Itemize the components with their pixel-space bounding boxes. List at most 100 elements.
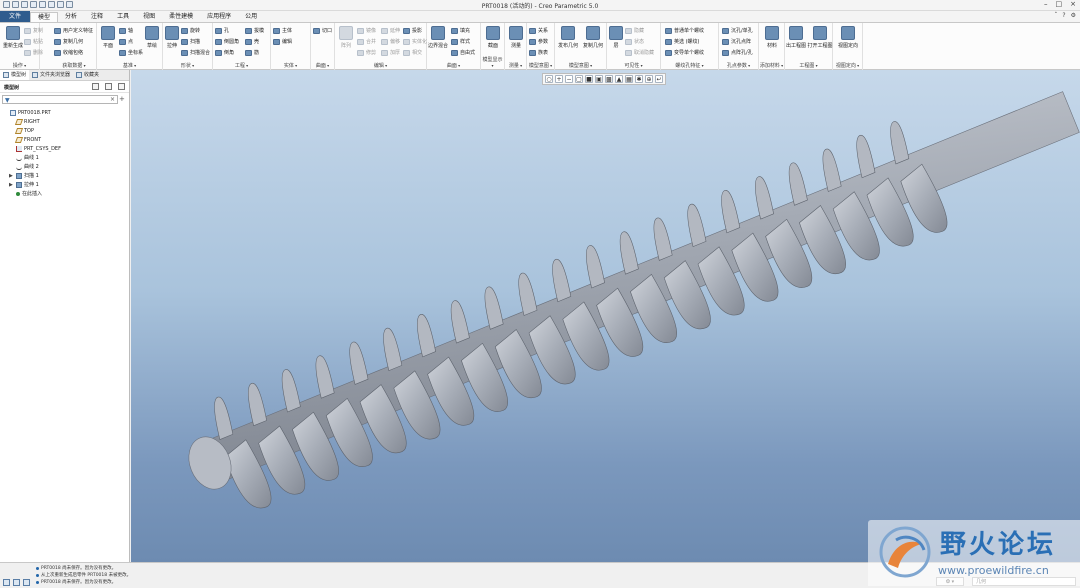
swept-blend-button[interactable]: 扫描混合 (181, 49, 210, 56)
sweep-button[interactable]: 扫描 (181, 38, 200, 45)
merge-button[interactable]: 合并 (357, 38, 376, 45)
normal-thread-button[interactable]: 普通单个螺纹 (665, 27, 704, 34)
saved-views-icon[interactable]: ▣ (595, 75, 603, 83)
trim-button[interactable]: 修剪 (357, 49, 376, 56)
group-label-holes[interactable]: 孔点参数 (719, 62, 758, 69)
freestyle-button[interactable]: 自由式 (451, 49, 475, 56)
graphics-viewport[interactable] (131, 70, 1080, 562)
tree-filter-input[interactable]: ▼ × (2, 95, 118, 104)
hole-single-button[interactable]: 沉孔/单孔 (722, 27, 753, 34)
shrinkwrap-button[interactable]: 收缩包络 (54, 49, 83, 56)
group-label-thread[interactable]: 螺纹孔特征 (661, 62, 718, 69)
expand-icon[interactable]: ▶ (9, 182, 14, 188)
boundary-blend-button[interactable]: 边界混合 (425, 26, 451, 49)
copy-geometry-button[interactable]: 复制几何 (54, 38, 83, 45)
group-label-surface[interactable]: 曲面 (427, 62, 480, 69)
offset-button[interactable]: 偏移 (381, 38, 400, 45)
group-label-measure[interactable]: 测量 (505, 62, 526, 69)
help-icon[interactable]: ? (1062, 12, 1065, 19)
paste-button[interactable]: 粘贴 (24, 38, 43, 45)
tree-item[interactable]: TOP (9, 126, 34, 135)
tab-7[interactable]: 应用程序 (200, 12, 238, 22)
parameters-button[interactable]: 参数 (529, 38, 548, 45)
status-button[interactable]: 状态 (625, 38, 644, 45)
hole-button[interactable]: 孔 (215, 27, 229, 34)
mirror-button[interactable]: 镜像 (357, 27, 376, 34)
tab-0[interactable]: 文件 (0, 11, 31, 22)
group-label-solid[interactable]: 实体 (271, 62, 310, 69)
zoom-out-icon[interactable]: − (565, 75, 573, 83)
maximize-icon[interactable]: □ (1056, 0, 1063, 8)
tree-columns-icon[interactable] (105, 83, 112, 90)
tab-2[interactable]: 分析 (58, 12, 84, 22)
group-label-shapes[interactable]: 形状 (163, 62, 212, 69)
browser-toggle-icon[interactable] (13, 579, 20, 586)
tree-item[interactable]: FRONT (9, 135, 41, 144)
csys-button[interactable]: 坐标系 (119, 49, 143, 56)
group-label-get-data[interactable]: 获取数据 (52, 62, 96, 69)
tab-5[interactable]: 视图 (136, 12, 162, 22)
spin-center-icon[interactable]: ⊕ (645, 75, 653, 83)
material-button[interactable]: 材料 (759, 26, 785, 49)
tree-item[interactable]: PRT_CSYS_DEF (9, 144, 61, 153)
relations-button[interactable]: 关系 (529, 27, 548, 34)
repaint-icon[interactable]: ▢ (575, 75, 583, 83)
measure-button[interactable]: 测量 (503, 26, 529, 49)
fullscreen-icon[interactable] (23, 579, 30, 586)
close-icon[interactable]: × (1070, 0, 1076, 8)
hole-array-button[interactable]: 沉孔点阵 (722, 38, 751, 45)
tree-item[interactable]: 曲线 2 (9, 162, 39, 171)
tab-8[interactable]: 公用 (238, 12, 264, 22)
tab-3[interactable]: 注释 (84, 12, 110, 22)
navigator-tab-2[interactable]: 收藏夹 (73, 70, 102, 80)
navigator-toggle-icon[interactable] (3, 579, 10, 586)
group-label-model-display[interactable]: 模型显示 (481, 56, 504, 69)
group-label-surface-small[interactable]: 曲面 (311, 62, 334, 69)
group-label-drawing[interactable]: 工程图 (785, 62, 832, 69)
collapse-ribbon-icon[interactable]: ˆ (1054, 12, 1057, 19)
chamfer-button[interactable]: 倒角 (215, 49, 234, 56)
udf-button[interactable]: 用户定义特征 (54, 27, 93, 34)
group-label-visibility[interactable]: 可见性 (607, 62, 660, 69)
view-orient-button[interactable]: 视图定向 (835, 26, 861, 49)
shell-button[interactable]: 壳 (245, 38, 259, 45)
regenerate-button[interactable]: 重新生成 (0, 26, 26, 49)
open-drawing-button[interactable]: 打开工程图 (807, 26, 833, 49)
pattern-button[interactable]: 阵列 (333, 26, 359, 49)
plane-button[interactable]: 平面 (95, 26, 121, 49)
tab-6[interactable]: 柔性建模 (162, 12, 200, 22)
tree-item[interactable]: ▶ 拉伸 1 (9, 180, 39, 189)
auger-screw-model[interactable] (131, 70, 1080, 562)
tree-show-icon[interactable] (118, 83, 125, 90)
tree-item[interactable]: 在此插入 (9, 189, 42, 198)
round-button[interactable]: 倒圆角 (215, 38, 239, 45)
tree-item[interactable]: 曲线 1 (9, 153, 39, 162)
delete-button[interactable]: 删除 (24, 49, 43, 56)
hide-button[interactable]: 隐藏 (625, 27, 644, 34)
variable-thread-button[interactable]: 变导单个螺纹 (665, 49, 704, 56)
solidify-button[interactable]: 实体化 (403, 38, 427, 45)
std-thread-button[interactable]: 英选 (螺纹) (665, 38, 700, 45)
axis-button[interactable]: 轴 (119, 27, 133, 34)
copy-button[interactable]: 复制 (24, 27, 43, 34)
hole-point-button[interactable]: 点阵孔/孔 (722, 49, 753, 56)
family-table-button[interactable]: 族表 (529, 49, 548, 56)
tab-4[interactable]: 工具 (110, 12, 136, 22)
group-label-material[interactable]: 添加材料 (759, 62, 784, 69)
minimize-icon[interactable]: – (1044, 0, 1048, 8)
thicken-button[interactable]: 加厚 (381, 49, 400, 56)
tree-item[interactable]: PRT0018.PRT (3, 108, 51, 117)
publish-geometry-button[interactable]: 发布几何 (555, 26, 581, 49)
group-label-datum[interactable]: 基准 (97, 62, 162, 69)
view-manager-icon[interactable]: ▩ (605, 75, 613, 83)
perspective-icon[interactable]: ▲ (615, 75, 623, 83)
tab-1[interactable]: 模型 (30, 12, 59, 22)
extend-button[interactable]: 延伸 (381, 27, 400, 34)
zoom-fit-icon[interactable]: ○ (545, 75, 553, 83)
group-label-view-orient[interactable]: 视图定向 (833, 62, 862, 69)
body-button[interactable]: 主体 (273, 27, 292, 34)
display-style-icon[interactable]: ■ (585, 75, 593, 83)
navigator-tab-1[interactable]: 文件夹浏览器 (29, 70, 73, 80)
clear-filter-icon[interactable]: × (110, 96, 115, 103)
csys-display-icon[interactable]: ↵ (655, 75, 663, 83)
